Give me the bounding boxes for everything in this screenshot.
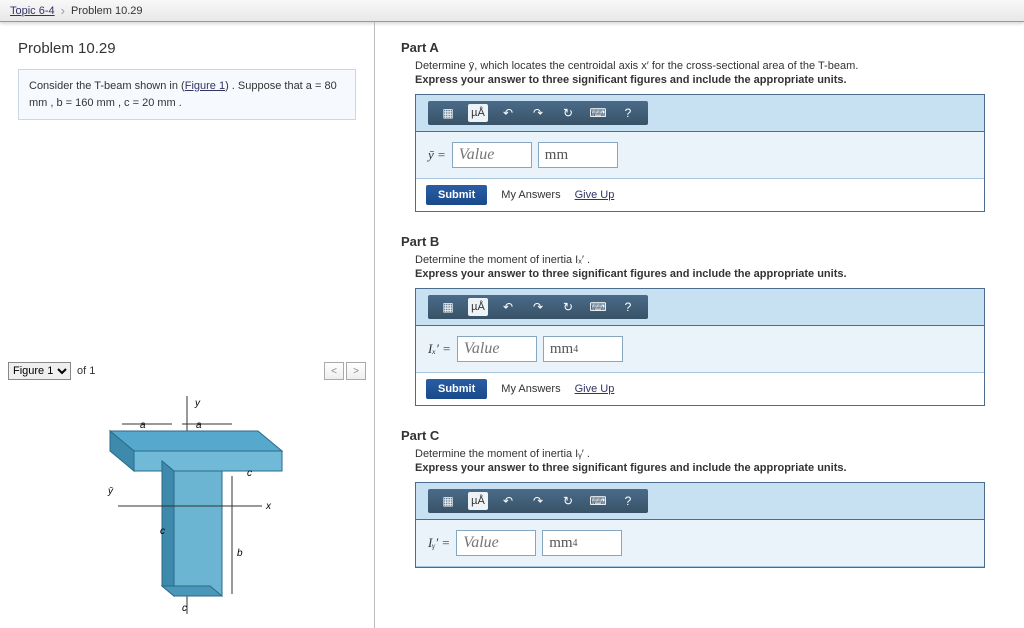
svg-text:c: c [160, 526, 165, 537]
help-icon[interactable]: ? [618, 104, 638, 122]
figure-next-button[interactable]: > [346, 362, 366, 380]
svg-text:c: c [247, 468, 252, 479]
figure-canvas: y x a a ȳ c c b c [0, 384, 374, 628]
reset-icon[interactable]: ↻ [558, 298, 578, 316]
part-a-label: Part A [401, 40, 998, 55]
left-column: Problem 10.29 Consider the T-beam shown … [0, 22, 375, 628]
problem-description: Consider the T-beam shown in (Figure 1) … [18, 69, 356, 120]
part-b-label: Part B [401, 234, 998, 249]
part-b-intro: Determine the moment of inertia Iₓ′ . [415, 254, 998, 266]
reset-icon[interactable]: ↻ [558, 104, 578, 122]
redo-icon[interactable]: ↷ [528, 298, 548, 316]
svg-text:ȳ: ȳ [107, 486, 114, 497]
part-b-giveup-link[interactable]: Give Up [575, 383, 615, 395]
template-icon[interactable]: ▦ [438, 298, 458, 316]
keyboard-icon[interactable]: ⌨ [588, 492, 608, 510]
keyboard-icon[interactable]: ⌨ [588, 298, 608, 316]
part-a-unit-input[interactable]: mm [538, 142, 618, 168]
part-b-var: Iₓ′ = [428, 341, 451, 357]
part-c-unit-input[interactable]: mm4 [542, 530, 622, 556]
redo-icon[interactable]: ↷ [528, 492, 548, 510]
svg-text:b: b [237, 548, 243, 559]
help-icon[interactable]: ? [618, 492, 638, 510]
units-icon[interactable]: µÅ [468, 492, 488, 510]
part-a-my-answers: My Answers [501, 189, 560, 201]
part-b-instruct: Express your answer to three significant… [415, 268, 998, 280]
breadcrumb: Topic 6-4 › Problem 10.29 [10, 3, 143, 18]
part-a-toolbar: ▦ µÅ ↶ ↷ ↻ ⌨ ? [416, 95, 984, 132]
part-c-label: Part C [401, 428, 998, 443]
svg-text:a: a [196, 420, 202, 431]
figure-toolbar: Figure 1 of 1 < > [0, 358, 374, 384]
chevron-right-icon: › [61, 3, 65, 18]
part-c-value-input[interactable] [456, 530, 536, 556]
breadcrumb-problem: Problem 10.29 [71, 5, 143, 17]
part-b-my-answers: My Answers [501, 383, 560, 395]
undo-icon[interactable]: ↶ [498, 492, 518, 510]
template-icon[interactable]: ▦ [438, 104, 458, 122]
svg-text:a: a [140, 420, 146, 431]
svg-text:y: y [194, 398, 201, 409]
part-a-value-input[interactable] [452, 142, 532, 168]
breadcrumb-bar: Topic 6-4 › Problem 10.29 [0, 0, 1024, 22]
template-icon[interactable]: ▦ [438, 492, 458, 510]
right-column: Part A Determine ȳ, which locates the ce… [375, 22, 1024, 616]
svg-text:x: x [265, 501, 272, 512]
undo-icon[interactable]: ↶ [498, 104, 518, 122]
part-a-giveup-link[interactable]: Give Up [575, 189, 615, 201]
part-b-submit-button[interactable]: Submit [426, 379, 487, 399]
figure-count-label: of 1 [77, 365, 95, 377]
undo-icon[interactable]: ↶ [498, 298, 518, 316]
reset-icon[interactable]: ↻ [558, 492, 578, 510]
units-icon[interactable]: µÅ [468, 298, 488, 316]
part-c-instruct: Express your answer to three significant… [415, 462, 998, 474]
part-b-toolbar: ▦ µÅ ↶ ↷ ↻ ⌨ ? [416, 289, 984, 326]
part-a-submit-button[interactable]: Submit [426, 185, 487, 205]
part-c-intro: Determine the moment of inertia Iᵧ′ . [415, 448, 998, 460]
part-a-var: ȳ = [428, 147, 446, 163]
breadcrumb-topic[interactable]: Topic 6-4 [10, 5, 55, 17]
part-a-instruct: Express your answer to three significant… [415, 74, 998, 86]
help-icon[interactable]: ? [618, 298, 638, 316]
part-a: Part A Determine ȳ, which locates the ce… [401, 40, 998, 212]
keyboard-icon[interactable]: ⌨ [588, 104, 608, 122]
part-c-panel: ▦ µÅ ↶ ↷ ↻ ⌨ ? Iᵧ′ = mm4 [415, 482, 985, 568]
figure-prev-button[interactable]: < [324, 362, 344, 380]
part-a-panel: ▦ µÅ ↶ ↷ ↻ ⌨ ? ȳ = mm Submit M [415, 94, 985, 212]
svg-text:c: c [182, 603, 187, 614]
part-b-panel: ▦ µÅ ↶ ↷ ↻ ⌨ ? Iₓ′ = mm4 Submit [415, 288, 985, 406]
part-c-toolbar: ▦ µÅ ↶ ↷ ↻ ⌨ ? [416, 483, 984, 520]
problem-title: Problem 10.29 [18, 40, 356, 57]
part-a-intro: Determine ȳ, which locates the centroida… [415, 60, 998, 72]
units-icon[interactable]: µÅ [468, 104, 488, 122]
part-b: Part B Determine the moment of inertia I… [401, 234, 998, 406]
redo-icon[interactable]: ↷ [528, 104, 548, 122]
part-c-var: Iᵧ′ = [428, 535, 450, 551]
tbeam-figure: y x a a ȳ c c b c [62, 396, 312, 616]
figure-link[interactable]: Figure 1 [185, 80, 225, 92]
part-b-value-input[interactable] [457, 336, 537, 362]
figure-select[interactable]: Figure 1 [8, 362, 71, 380]
part-c: Part C Determine the moment of inertia I… [401, 428, 998, 568]
part-b-unit-input[interactable]: mm4 [543, 336, 623, 362]
